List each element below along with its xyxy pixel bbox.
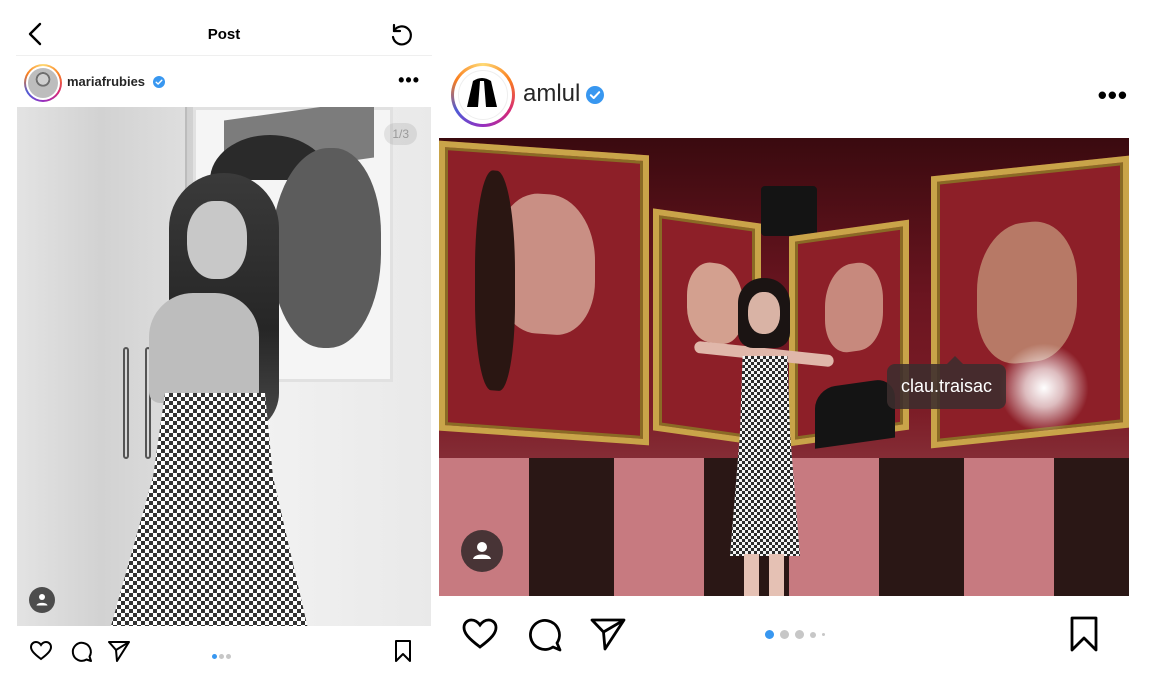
avatar[interactable] [24,64,62,102]
like-button[interactable] [460,614,500,654]
portrait-frame [439,140,649,446]
carousel-indicator [762,626,828,644]
username-link[interactable]: mariafrubies [67,74,145,89]
comment-icon [529,619,562,652]
save-button[interactable] [1064,614,1104,654]
carousel-dot [219,654,224,659]
avatar[interactable] [451,63,515,127]
carousel-dot [226,654,231,659]
user-tag-icon [473,542,491,559]
photo-gingham-dress [109,393,309,626]
like-button[interactable] [28,638,54,664]
send-icon [590,618,626,651]
bookmark-icon [1070,616,1098,652]
tagged-users-button[interactable] [461,530,503,572]
carousel-indicator [211,646,232,664]
heart-icon [29,640,53,661]
username-link[interactable]: amlul [523,80,580,108]
more-options-button[interactable]: ••• [398,70,420,91]
more-horizontal-icon: ••• [1097,80,1128,110]
right-post-panel: amlul ••• clau.traisac [438,0,1162,688]
carousel-dot [795,630,804,640]
post-header: mariafrubies ••• [16,60,432,104]
photo-person [99,173,329,626]
photo-speaker [761,186,817,236]
comment-button[interactable] [524,614,564,654]
carousel-counter: 1/3 [384,123,417,145]
more-horizontal-icon: ••• [398,70,420,90]
photo-face [187,201,247,279]
photo-person [693,278,835,596]
photo-shoulder [149,293,259,403]
verified-badge-icon [153,76,165,88]
brand-logo-mark [467,78,497,107]
carousel-dot [212,654,217,659]
share-button[interactable] [106,638,132,664]
verified-badge-icon [586,86,604,104]
photo-legs [744,554,784,596]
post-actions-bar [438,604,1162,664]
post-actions-bar [16,630,432,670]
user-tag-label[interactable]: clau.traisac [887,356,1007,409]
photo-flash-light [999,343,1089,433]
refresh-button[interactable] [388,22,414,48]
save-button[interactable] [390,638,416,664]
comment-button[interactable] [68,638,94,664]
post-image[interactable]: clau.traisac [439,138,1129,596]
refresh-icon [391,23,412,46]
send-icon [108,641,130,662]
photo-face [748,292,780,334]
comment-icon [71,641,92,662]
top-navigation-bar: Post [16,14,432,56]
share-button[interactable] [588,614,628,654]
portrait-hair [475,169,515,392]
photo-gingham-dress [730,356,800,556]
carousel-dot [810,631,816,638]
bookmark-icon [395,640,411,662]
heart-icon [462,618,498,649]
page-title: Post [207,26,241,43]
carousel-dot [780,630,789,640]
left-post-panel: Post mariafrubies ••• 1/3 [0,0,432,688]
carousel-dot [822,633,825,637]
more-options-button[interactable]: ••• [1098,80,1128,111]
carousel-dot [765,630,774,640]
tagged-users-button[interactable] [29,587,55,613]
brand-logo [458,70,508,120]
avatar-image [28,68,58,98]
user-tag-icon [36,594,48,606]
post-image[interactable]: 1/3 [17,107,431,626]
